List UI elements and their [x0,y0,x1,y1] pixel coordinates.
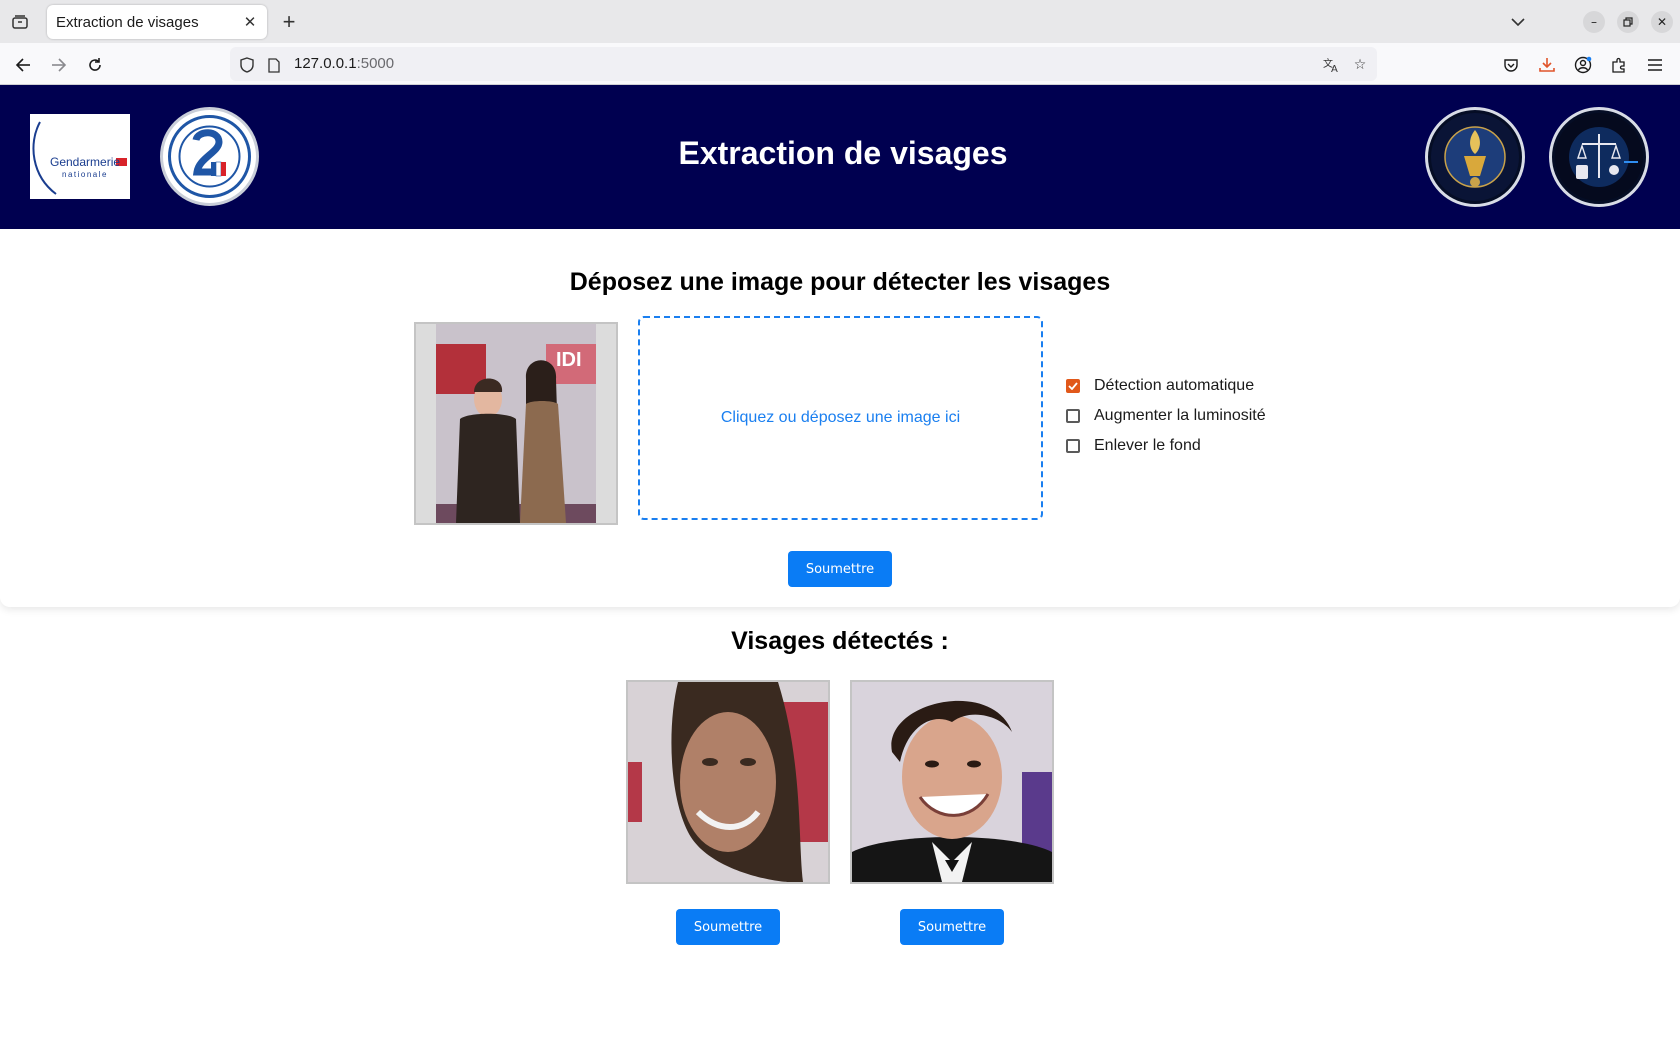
url-host: 127.0.0.1 [294,55,357,72]
results-title: Visages détectés : [731,627,949,655]
forward-icon[interactable] [46,52,72,78]
site-header: Gendarmerie nationale Extraction de visa… [0,85,1680,229]
tab-title: Extraction de visages [56,13,199,31]
upload-title: Déposez une image pour détecter les visa… [569,268,1111,296]
downloads-icon[interactable] [1535,53,1559,77]
svg-text:A: A [1331,64,1338,73]
chevron-down-icon[interactable] [1506,10,1530,34]
detection-options: Détection automatique Augmenter la lumin… [1066,371,1266,461]
image-dropzone[interactable]: Cliquez ou déposez une image ici [638,316,1043,520]
division-fichiers-seal-logo [1549,107,1649,207]
option-label-auto-detection: Détection automatique [1094,377,1255,394]
new-tab-icon[interactable]: + [277,9,301,34]
address-bar[interactable]: 127.0.0.1:5000 文A ☆ [230,47,1377,81]
option-label-remove-background: Enlever le fond [1094,437,1201,454]
tab-list-icon[interactable] [8,10,32,34]
svg-text:IDI: IDI [556,349,582,371]
page-icon[interactable] [264,55,284,75]
extensions-icon[interactable] [1607,53,1631,77]
upload-section: Déposez une image pour détecter les visa… [0,229,1680,607]
submit-face-1-button[interactable]: Soumettre [676,909,780,945]
option-label-brightness: Augmenter la luminosité [1094,407,1266,424]
shield-icon[interactable] [237,55,257,75]
close-tab-icon[interactable]: ✕ [239,11,261,33]
dropzone-label: Cliquez ou déposez une image ici [720,409,961,426]
checkbox-remove-background[interactable] [1066,439,1080,453]
option-remove-background[interactable]: Enlever le fond [1066,431,1266,461]
minimize-icon[interactable]: – [1583,11,1605,33]
detected-face-2[interactable] [850,680,1054,884]
close-window-icon[interactable]: ✕ [1651,11,1673,33]
submit-upload-button[interactable]: Soumettre [788,551,892,587]
option-auto-detection[interactable]: Détection automatique [1066,371,1266,401]
uploaded-image-preview[interactable]: IDI [414,322,618,525]
browser-nav-bar: 127.0.0.1:5000 文A ☆ [0,43,1680,85]
bookmark-star-icon[interactable]: ☆ [1350,55,1370,75]
url-text[interactable]: 127.0.0.1:5000 [294,55,394,72]
scrc-seal-logo [1425,107,1525,207]
pocket-icon[interactable] [1499,53,1523,77]
browser-tab-active[interactable]: Extraction de visages ✕ [47,5,267,39]
detected-face-1[interactable] [626,680,830,884]
option-brightness[interactable]: Augmenter la luminosité [1066,401,1266,431]
browser-tab-bar: Extraction de visages ✕ + – ✕ [0,0,1680,43]
translate-icon[interactable]: 文A [1322,55,1342,75]
back-icon[interactable] [10,52,36,78]
checkbox-brightness[interactable] [1066,409,1080,423]
account-icon[interactable] [1571,53,1595,77]
restore-icon[interactable] [1617,11,1639,33]
menu-icon[interactable] [1643,53,1667,77]
checkbox-auto-detection[interactable] [1066,379,1080,393]
url-port: :5000 [356,55,395,72]
submit-face-2-button[interactable]: Soumettre [900,909,1004,945]
reload-icon[interactable] [82,52,108,78]
